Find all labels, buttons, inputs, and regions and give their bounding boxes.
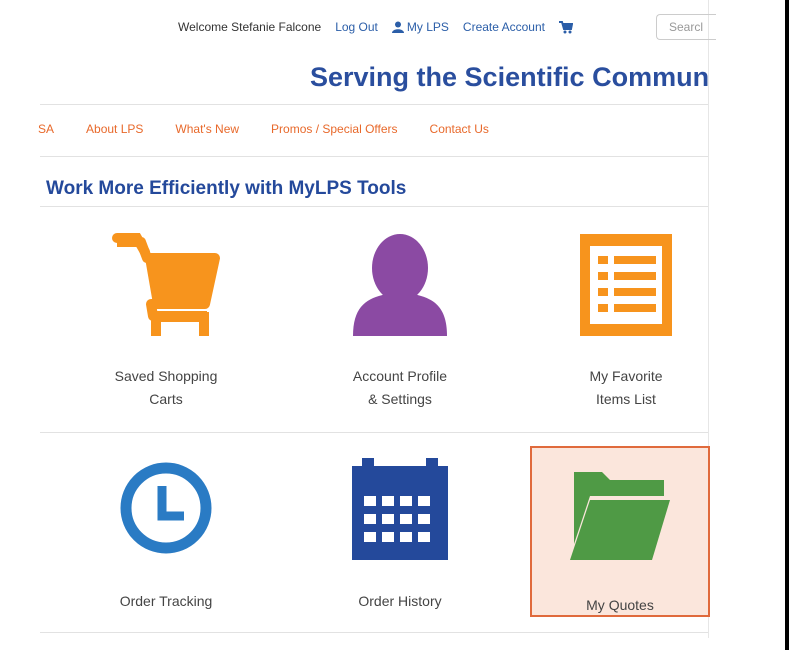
section-title: Work More Efficiently with MyLPS Tools (46, 178, 407, 199)
nav-item-whats-new[interactable]: What's New (175, 122, 239, 136)
mylps-link[interactable]: My LPS (391, 20, 449, 34)
divider (40, 206, 708, 207)
nav-item-sa[interactable]: SA (38, 122, 54, 136)
mylps-label: My LPS (406, 20, 449, 34)
top-bar: Welcome Stefanie Falcone Log Out My LPS … (178, 14, 581, 40)
cart-icon[interactable] (558, 20, 573, 34)
tile-label: Saved Shopping Carts (114, 368, 218, 407)
divider (40, 432, 708, 433)
divider (40, 632, 708, 633)
nav-item-promos[interactable]: Promos / Special Offers (271, 122, 398, 136)
calendar-icon (352, 458, 448, 560)
tile-label: My Quotes (586, 597, 654, 613)
tile-label: Order Tracking (119, 593, 213, 609)
tile-label: Order History (358, 593, 442, 609)
order-history-tile[interactable]: Order History (310, 458, 490, 613)
main-nav: SA About LPS What's New Promos / Special… (38, 122, 521, 136)
order-tracking-tile[interactable]: Order Tracking (76, 458, 256, 613)
tile-label: Account Profile & Settings (352, 368, 448, 407)
list-icon (580, 234, 672, 336)
create-account-link[interactable]: Create Account (463, 20, 545, 34)
clock-icon (120, 462, 212, 554)
search-input[interactable]: Searcl (656, 14, 716, 40)
nav-item-about[interactable]: About LPS (86, 122, 143, 136)
site-tagline: Serving the Scientific Commun (310, 62, 708, 92)
shopping-cart-icon (112, 233, 220, 336)
folder-open-icon (570, 472, 670, 560)
logout-link[interactable]: Log Out (335, 20, 378, 34)
tile-label: My Favorite Items List (589, 368, 663, 407)
user-icon (391, 21, 404, 33)
welcome-text: Welcome Stefanie Falcone (178, 20, 322, 34)
divider (40, 104, 708, 105)
favorites-tile[interactable]: My Favorite Items List (536, 232, 716, 411)
user-icon (353, 234, 447, 336)
my-quotes-tile[interactable]: My Quotes (530, 470, 710, 617)
divider (40, 156, 708, 157)
account-profile-tile[interactable]: Account Profile & Settings (310, 232, 490, 411)
nav-item-contact[interactable]: Contact Us (430, 122, 489, 136)
saved-carts-tile[interactable]: Saved Shopping Carts (76, 232, 256, 411)
